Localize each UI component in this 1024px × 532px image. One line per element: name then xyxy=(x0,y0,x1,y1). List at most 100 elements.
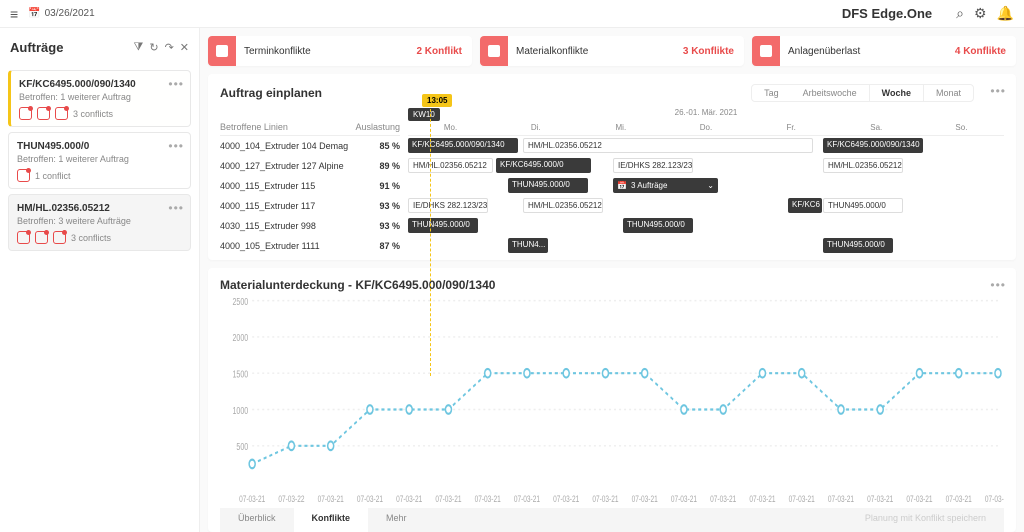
footer-tab[interactable]: Konflikte xyxy=(294,508,369,532)
conflict-icon xyxy=(37,107,50,120)
view-tab[interactable]: Monat xyxy=(924,85,973,101)
svg-text:07-03-21: 07-03-21 xyxy=(514,494,541,504)
svg-text:500: 500 xyxy=(236,441,248,453)
gantt-bar[interactable]: HM/HL.02356.05212 xyxy=(523,138,813,153)
gantt-bar[interactable]: IE/DHKS 282.123/23 xyxy=(408,198,488,213)
day-label: So. xyxy=(919,123,1004,132)
view-tab[interactable]: Tag xyxy=(752,85,791,101)
gantt-bar[interactable]: KF/KC6495.000/0 xyxy=(496,158,591,173)
order-sub: Betroffen: 1 weiterer Auftrag xyxy=(19,92,182,102)
gantt-bar[interactable]: HM/HL.02356.05212 xyxy=(823,158,903,173)
gantt-bar[interactable]: THUN495.000/0 xyxy=(823,238,893,253)
footer-tab[interactable]: Mehr xyxy=(368,508,425,532)
card-more-icon[interactable]: ••• xyxy=(168,139,184,153)
chart-more-icon[interactable]: ••• xyxy=(990,278,1006,292)
line-load: 85 % xyxy=(365,141,400,151)
date-range: 26.-01. Mär. 2021 xyxy=(408,108,1004,117)
conflict-count: 4 Konflikte xyxy=(955,46,1016,57)
gantt-bar[interactable]: HM/HL.02356.05212 xyxy=(523,198,603,213)
svg-text:07-03-21: 07-03-21 xyxy=(239,494,266,504)
card-more-icon[interactable]: ••• xyxy=(168,77,184,91)
day-label: Mo. xyxy=(408,123,493,132)
svg-text:07-03-21: 07-03-21 xyxy=(710,494,737,504)
line-row: 4000_104_Extruder 104 Demag85 % xyxy=(220,136,400,156)
order-sub: Betroffen: 1 weiterer Auftrag xyxy=(17,154,182,164)
gantt-bar[interactable]: THUN4... xyxy=(508,238,548,253)
svg-text:07-03-21: 07-03-21 xyxy=(318,494,345,504)
svg-text:07-03-21: 07-03-21 xyxy=(828,494,855,504)
line-row: 4000_115_Extruder 11793 % xyxy=(220,196,400,216)
conflict-label: Anlagenüberlast xyxy=(780,46,955,57)
redo-icon[interactable]: ↷ xyxy=(165,41,174,54)
selector-text: 3 Aufträge xyxy=(631,181,667,190)
gantt-bar[interactable]: THUN495.000/0 xyxy=(508,178,588,193)
refresh-icon[interactable]: ↻ xyxy=(149,41,158,54)
line-name: 4000_115_Extruder 117 xyxy=(220,201,365,211)
conflict-card[interactable]: Terminkonflikte 2 Konflikt xyxy=(208,36,472,66)
svg-text:07-03-21: 07-03-21 xyxy=(671,494,698,504)
conflict-count: 3 conflicts xyxy=(71,233,111,243)
conflict-icon xyxy=(53,231,66,244)
conflict-card[interactable]: Anlagenüberlast 4 Konflikte xyxy=(752,36,1016,66)
conflict-count: 3 Konflikte xyxy=(683,46,744,57)
view-tabs: TagArbeitswocheWocheMonat xyxy=(751,84,974,102)
footer-tab[interactable]: Überblick xyxy=(220,508,294,532)
svg-text:07-03-21: 07-03-21 xyxy=(435,494,462,504)
now-line xyxy=(430,94,431,376)
gantt-bar[interactable]: THUN495.000/0 xyxy=(823,198,903,213)
svg-text:07-03-21: 07-03-21 xyxy=(946,494,973,504)
svg-text:07-03-21: 07-03-21 xyxy=(867,494,894,504)
close-icon[interactable]: ✕ xyxy=(180,41,189,54)
search-icon[interactable]: ⌕ xyxy=(956,5,964,22)
sidebar: Aufträge ⧩ ↻ ↷ ✕ ••• KF/KC6495.000/090/1… xyxy=(0,28,200,532)
svg-text:2500: 2500 xyxy=(232,296,248,308)
gantt-row: HM/HL.02356.05212KF/KC6495.000/0IE/DHKS … xyxy=(408,156,1004,176)
gantt-bar[interactable]: IE/DHKS 282.123/23 xyxy=(613,158,693,173)
svg-text:07-03-21: 07-03-21 xyxy=(592,494,619,504)
gantt-bar[interactable]: KF/KC6495.000/090/1340 xyxy=(408,138,518,153)
schedule-more-icon[interactable]: ••• xyxy=(990,84,1006,98)
gantt-bar[interactable]: HM/HL.02356.05212 xyxy=(408,158,493,173)
gantt-bar[interactable]: THUN495.000/0 xyxy=(623,218,693,233)
line-name: 4000_104_Extruder 104 Demag xyxy=(220,141,365,151)
line-name: 4000_115_Extruder 115 xyxy=(220,181,365,191)
bell-icon[interactable]: 🔔 xyxy=(997,5,1014,22)
conflict-label: Terminkonflikte xyxy=(236,46,416,57)
gantt-bar[interactable]: KF/KC6495.000/090/1340 xyxy=(823,138,923,153)
line-row: 4030_115_Extruder 99893 % xyxy=(220,216,400,236)
settings-icon[interactable]: ⚙ xyxy=(974,5,987,22)
card-more-icon[interactable]: ••• xyxy=(168,201,184,215)
svg-text:07-03-21: 07-03-21 xyxy=(475,494,502,504)
menu-icon[interactable]: ≡ xyxy=(10,6,18,22)
svg-text:07-03-21: 07-03-21 xyxy=(749,494,776,504)
gantt-bar[interactable]: 📅3 Aufträge⌄ xyxy=(613,178,718,193)
conflict-icon xyxy=(19,107,32,120)
filter-icon[interactable]: ⧩ xyxy=(134,41,144,54)
order-card[interactable]: ••• THUN495.000/0 Betroffen: 1 weiterer … xyxy=(8,132,191,189)
gantt-bar[interactable]: KF/KC6 xyxy=(788,198,822,213)
order-card[interactable]: ••• KF/KC6495.000/090/1340 Betroffen: 1 … xyxy=(8,70,191,127)
line-load: 93 % xyxy=(365,201,400,211)
view-tab[interactable]: Woche xyxy=(869,85,924,101)
chevron-down-icon: ⌄ xyxy=(707,181,714,190)
order-card[interactable]: ••• HM/HL.02356.05212 Betroffen: 3 weite… xyxy=(8,194,191,251)
day-label: Mi. xyxy=(578,123,663,132)
svg-text:07-03-21: 07-03-21 xyxy=(985,494,1004,504)
chart-panel: ••• Materialunterdeckung - KF/KC6495.000… xyxy=(208,268,1016,532)
conflict-type-icon xyxy=(208,36,236,66)
gantt-bar[interactable]: THUN495.000/0 xyxy=(408,218,478,233)
date-display[interactable]: 📅 03/26/2021 xyxy=(28,8,95,19)
line-name: 4030_115_Extruder 998 xyxy=(220,221,365,231)
svg-text:07-03-21: 07-03-21 xyxy=(553,494,580,504)
save-plan-button[interactable]: Planung mit Konflikt speichern xyxy=(847,508,1004,532)
view-tab[interactable]: Arbeitswoche xyxy=(791,85,869,101)
order-id: KF/KC6495.000/090/1340 xyxy=(19,79,182,90)
gantt-row: THUN495.000/0 THUN495.000/0 xyxy=(408,216,1004,236)
day-label: Do. xyxy=(663,123,748,132)
conflict-card[interactable]: Materialkonflikte 3 Konflikte xyxy=(480,36,744,66)
line-row: 4000_127_Extruder 127 Alpine89 % xyxy=(220,156,400,176)
conflict-icon xyxy=(35,231,48,244)
order-id: THUN495.000/0 xyxy=(17,141,182,152)
gantt-row: KF/KC6495.000/090/1340 HM/HL.02356.05212 K… xyxy=(408,136,1004,156)
gantt-row: IE/DHKS 282.123/23 HM/HL.02356.05212 KF/KC… xyxy=(408,196,1004,216)
